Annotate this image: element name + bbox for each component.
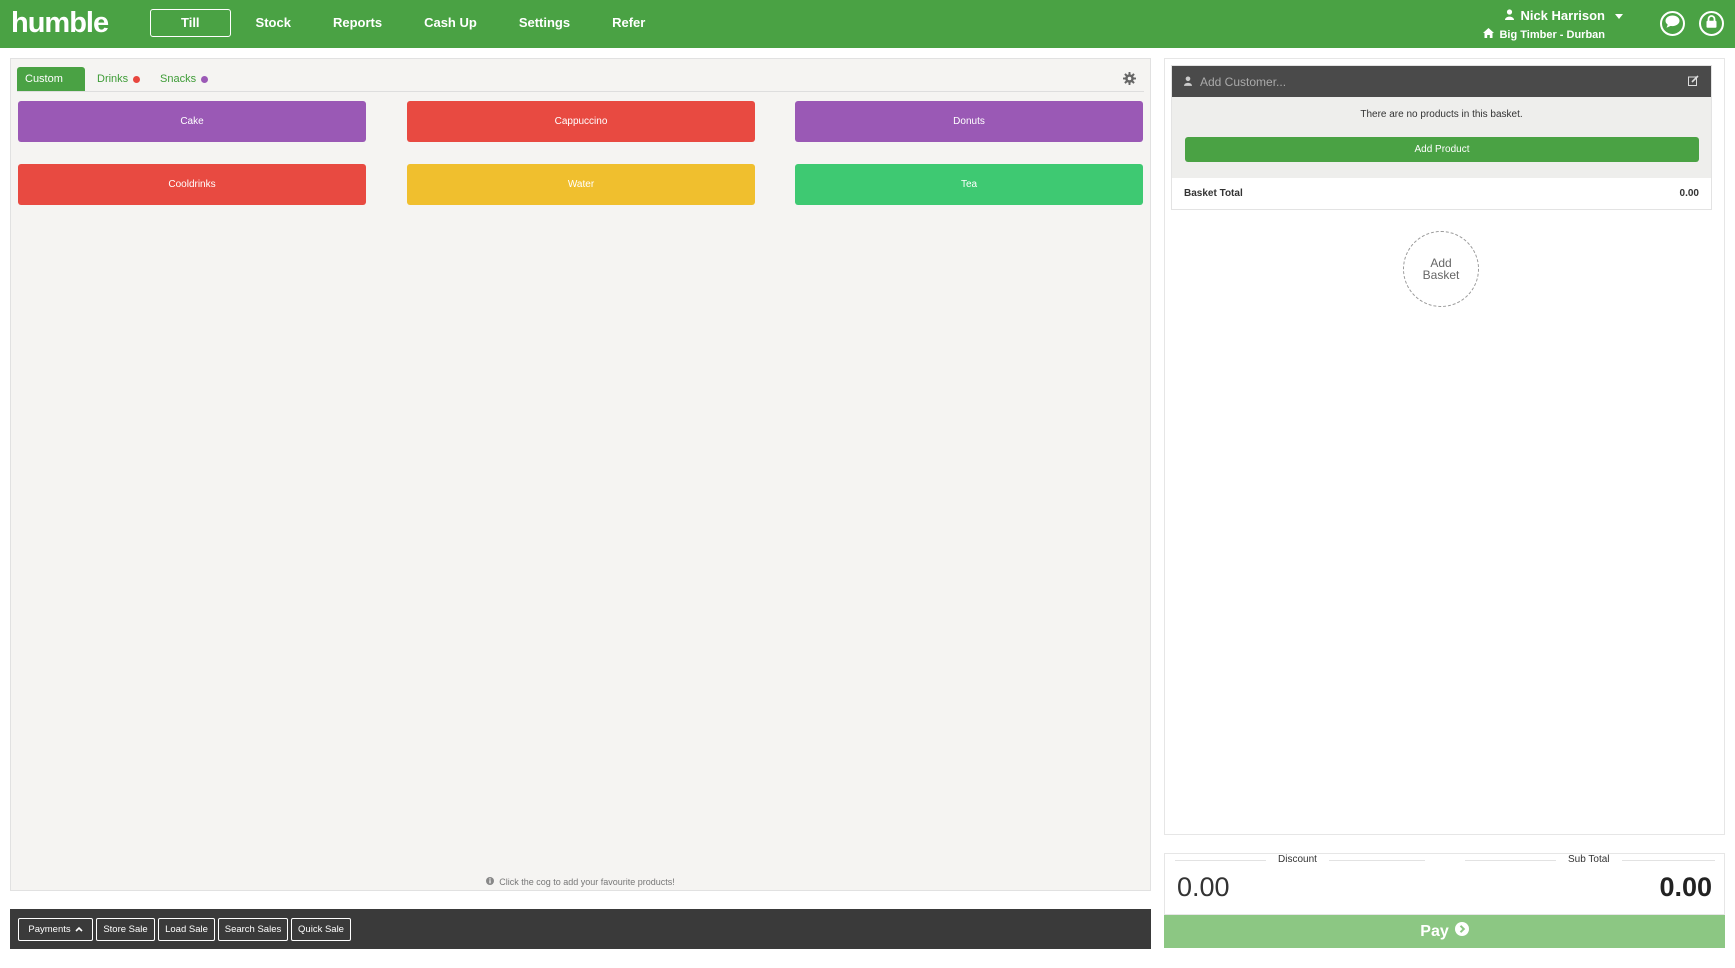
favourites-settings-button[interactable] — [1123, 72, 1136, 90]
basket-panel: Add Customer... There are no products in… — [1164, 58, 1725, 835]
subtotal-value: 0.00 — [1659, 872, 1712, 902]
lock-button[interactable] — [1699, 11, 1724, 36]
store-location: Big Timber - Durban — [1499, 29, 1605, 41]
nav-cash-up[interactable]: Cash Up — [403, 9, 498, 37]
product-tile-cooldrinks[interactable]: Cooldrinks — [18, 164, 366, 205]
gear-icon — [1123, 72, 1136, 89]
user-menu[interactable]: Nick Harrison Big Timber - Durban — [1403, 7, 1623, 43]
chat-button[interactable] — [1660, 11, 1685, 36]
payments-button[interactable]: Payments — [18, 918, 93, 941]
sale-totals: Discount Sub Total 0.00 0.00 — [1164, 853, 1725, 915]
pay-button[interactable]: Pay — [1164, 915, 1725, 948]
lock-icon — [1706, 14, 1717, 33]
tab-drinks[interactable]: Drinks — [97, 67, 141, 91]
discount-label: Discount — [1266, 854, 1329, 865]
main-nav: Till Stock Reports Cash Up Settings Refe… — [150, 9, 666, 37]
drinks-color-dot — [133, 75, 141, 83]
add-basket-button[interactable]: Add Basket — [1403, 231, 1479, 307]
empty-basket-message: There are no products in this basket. — [1360, 109, 1523, 120]
top-navigation-bar: humble Till Stock Reports Cash Up Settin… — [0, 0, 1735, 48]
discount-value[interactable]: 0.00 — [1177, 872, 1230, 903]
search-sales-button[interactable]: Search Sales — [218, 918, 288, 941]
home-icon — [1483, 27, 1495, 43]
chevron-circle-right-icon — [1454, 922, 1469, 941]
user-name: Nick Harrison — [1520, 8, 1605, 23]
nav-settings[interactable]: Settings — [498, 9, 591, 37]
load-sale-button[interactable]: Load Sale — [158, 918, 215, 941]
basket-total-value: 0.00 — [1679, 188, 1699, 199]
store-sale-button[interactable]: Store Sale — [96, 918, 155, 941]
product-tile-tea[interactable]: Tea — [795, 164, 1143, 205]
store-location-row: Big Timber - Durban — [1403, 27, 1623, 43]
nav-refer[interactable]: Refer — [591, 9, 666, 37]
basket-total-label: Basket Total — [1184, 188, 1243, 199]
tab-snacks-label: Snacks — [160, 73, 197, 85]
tab-custom-label: Custom — [25, 73, 63, 85]
add-customer-placeholder: Add Customer... — [1200, 74, 1287, 89]
quick-sale-button[interactable]: Quick Sale — [291, 918, 351, 941]
add-basket-label-line2: Basket — [1422, 268, 1460, 282]
product-tile-cake[interactable]: Cake — [18, 101, 366, 142]
chevron-up-icon — [75, 924, 83, 935]
basket-items-area: There are no products in this basket. Ad… — [1172, 97, 1711, 178]
user-icon — [1184, 73, 1192, 91]
product-tile-cappuccino[interactable]: Cappuccino — [407, 101, 755, 142]
basket: Add Customer... There are no products in… — [1171, 65, 1712, 210]
product-category-tabs: Custom Drinks Snacks — [17, 67, 1144, 92]
humble-logo[interactable]: humble — [11, 5, 109, 41]
hint-text: Click the cog to add your favourite prod… — [499, 877, 675, 887]
nav-till[interactable]: Till — [150, 9, 231, 37]
nav-reports[interactable]: Reports — [312, 9, 403, 37]
chevron-down-icon — [1615, 13, 1623, 19]
favourite-products-panel: Custom Drinks Snacks Cake Cappuccino Don… — [10, 58, 1151, 891]
payments-label: Payments — [28, 924, 71, 935]
subtotal-label: Sub Total — [1556, 854, 1622, 865]
sale-actions-toolbar: Payments Store Sale Load Sale Search Sal… — [10, 909, 1151, 949]
tab-custom[interactable]: Custom — [17, 67, 85, 91]
tab-snacks[interactable]: Snacks — [160, 67, 209, 91]
add-customer-field[interactable]: Add Customer... — [1172, 66, 1711, 97]
add-product-button[interactable]: Add Product — [1185, 137, 1699, 162]
product-tile-donuts[interactable]: Donuts — [795, 101, 1143, 142]
nav-stock[interactable]: Stock — [235, 9, 312, 37]
favourites-hint: Click the cog to add your favourite prod… — [11, 877, 1150, 887]
product-tile-water[interactable]: Water — [407, 164, 755, 205]
edit-icon[interactable] — [1688, 73, 1699, 91]
pay-label: Pay — [1420, 922, 1449, 940]
snacks-color-dot — [201, 75, 209, 83]
chat-icon — [1665, 15, 1680, 33]
basket-total-row: Basket Total 0.00 — [1172, 178, 1711, 209]
info-icon — [486, 877, 495, 887]
user-icon — [1505, 7, 1515, 25]
tab-drinks-label: Drinks — [97, 73, 129, 85]
user-name-row[interactable]: Nick Harrison — [1403, 7, 1623, 25]
